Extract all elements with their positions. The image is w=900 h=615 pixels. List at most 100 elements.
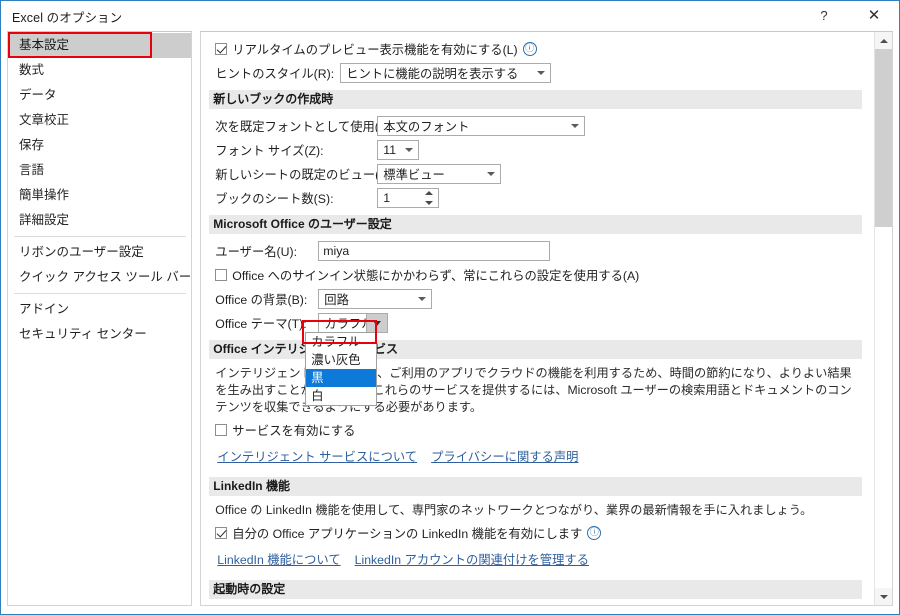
linkedin-links-row: LinkedIn 機能について LinkedIn アカウントの関連付けを管理する	[217, 548, 862, 570]
default-font-combo[interactable]: 本文のフォント	[377, 116, 586, 136]
sidebar-item-label: 文章校正	[19, 113, 70, 127]
chevron-down-icon	[571, 124, 580, 128]
vertical-scrollbar[interactable]	[874, 32, 892, 605]
sidebar-item-quick-access-toolbar[interactable]: クイック アクセス ツール バー	[8, 265, 191, 290]
sidebar-item-addins[interactable]: アドイン	[8, 297, 191, 322]
chevron-down-icon	[405, 148, 414, 152]
sidebar-item-trust-center[interactable]: セキュリティ センター	[8, 322, 191, 347]
sidebar-item-label: 詳細設定	[19, 213, 70, 227]
tooltip-style-label: ヒントのスタイル(R):	[215, 67, 335, 81]
sidebar-item-general[interactable]: 基本設定	[8, 33, 192, 58]
default-font-value: 本文のフォント	[383, 120, 470, 134]
link-about-intelligent-services[interactable]: インテリジェント サービスについて	[217, 447, 417, 465]
always-use-settings-row: Office へのサインイン状態にかかわらず、常にこれらの設定を使用する(A)	[215, 264, 862, 286]
sheet-count-row: ブックのシート数(S): 1	[215, 187, 862, 209]
always-use-settings-checkbox[interactable]	[215, 269, 228, 281]
options-content: リアルタイムのプレビュー表示機能を有効にする(L) ⓘ ヒントのスタイル(R):…	[201, 32, 874, 605]
theme-option-dark-gray[interactable]: 濃い灰色	[306, 351, 376, 369]
default-view-value: 標準ビュー	[383, 168, 445, 182]
sidebar-item-label: アドイン	[19, 302, 70, 316]
sidebar-item-label: クイック アクセス ツール バー	[19, 270, 192, 284]
sidebar-nav: 基本設定 数式 データ 文章校正 保存 言語 簡単操作 詳細設定 リボンのユーザ…	[7, 31, 193, 606]
theme-option-colorful[interactable]: カラフル	[306, 333, 376, 351]
scrollbar-thumb[interactable]	[875, 49, 892, 227]
sidebar-item-accessibility[interactable]: 簡単操作	[8, 183, 191, 208]
office-background-label: Office の背景(B):	[215, 293, 308, 307]
link-manage-linkedin-account[interactable]: LinkedIn アカウントの関連付けを管理する	[355, 550, 589, 568]
always-use-settings-label: Office へのサインイン状態にかかわらず、常にこれらの設定を使用する(A)	[232, 269, 640, 283]
theme-option-white[interactable]: 白	[306, 387, 376, 405]
link-about-linkedin[interactable]: LinkedIn 機能について	[217, 550, 340, 568]
sidebar-item-label: 数式	[19, 63, 45, 77]
office-theme-row: Office テーマ(T): カラフル	[215, 312, 862, 334]
tooltip-style-row: ヒントのスタイル(R): ヒントに機能の説明を表示する	[215, 62, 862, 84]
sidebar-item-advanced[interactable]: 詳細設定	[8, 208, 191, 233]
username-label: ユーザー名(U):	[215, 245, 298, 259]
chevron-down-icon	[537, 71, 546, 75]
office-theme-combo[interactable]: カラフル	[318, 313, 389, 333]
scrollbar-track[interactable]	[875, 49, 892, 588]
office-theme-label: Office テーマ(T):	[215, 317, 307, 331]
section-header-startup: 起動時の設定	[209, 580, 862, 599]
section-header-new-workbook: 新しいブックの作成時	[209, 90, 862, 109]
title-bar: Excel のオプション ? ✕	[1, 1, 899, 31]
help-button[interactable]: ?	[801, 1, 847, 30]
info-icon[interactable]: ⓘ	[522, 42, 537, 56]
sidebar-item-customize-ribbon[interactable]: リボンのユーザー設定	[8, 240, 191, 265]
default-font-label: 次を既定フォントとして使用(N):	[215, 120, 396, 134]
dialog-title: Excel のオプション	[12, 10, 123, 25]
stepper-buttons[interactable]	[424, 191, 434, 205]
enable-linkedin-label: 自分の Office アプリケーションの LinkedIn 機能を有効にします	[232, 527, 583, 541]
enable-services-checkbox[interactable]	[215, 424, 228, 436]
office-theme-dropdown-list[interactable]: カラフル 濃い灰色 黒 白	[305, 332, 378, 406]
chevron-down-icon	[487, 172, 496, 176]
office-background-value: 回路	[324, 293, 349, 307]
chevron-down-icon	[418, 297, 427, 301]
font-size-combo[interactable]: 11	[377, 140, 420, 160]
sidebar-item-data[interactable]: データ	[8, 83, 191, 108]
enable-linkedin-row: 自分の Office アプリケーションの LinkedIn 機能を有効にします …	[215, 522, 862, 544]
sidebar-item-proofing[interactable]: 文章校正	[8, 108, 191, 133]
enable-linkedin-checkbox[interactable]	[215, 527, 228, 539]
username-input[interactable]	[318, 241, 551, 261]
sheet-count-value: 1	[383, 191, 391, 205]
sidebar-item-label: データ	[19, 88, 57, 102]
default-view-row: 新しいシートの既定のビュー(V): 標準ビュー	[215, 163, 862, 185]
scroll-up-button[interactable]	[875, 32, 892, 49]
tooltip-style-combo[interactable]: ヒントに機能の説明を表示する	[340, 63, 552, 83]
section-header-linkedin: LinkedIn 機能	[209, 477, 862, 496]
office-background-combo[interactable]: 回路	[318, 289, 433, 309]
sidebar-item-label: リボンのユーザー設定	[19, 245, 144, 259]
sidebar-divider	[14, 236, 187, 237]
enable-services-row: サービスを有効にする	[215, 419, 862, 441]
options-pane: リアルタイムのプレビュー表示機能を有効にする(L) ⓘ ヒントのスタイル(R):…	[200, 31, 893, 606]
sidebar-item-save[interactable]: 保存	[8, 133, 191, 158]
default-font-row: 次を既定フォントとして使用(N): 本文のフォント	[215, 115, 862, 137]
chevron-down-icon[interactable]	[366, 314, 388, 332]
sheet-count-stepper[interactable]: 1	[377, 188, 440, 208]
sidebar-item-language[interactable]: 言語	[8, 158, 191, 183]
sheet-count-label: ブックのシート数(S):	[215, 192, 334, 206]
info-icon[interactable]: ⓘ	[587, 526, 602, 540]
excel-options-dialog: Excel のオプション ? ✕ 基本設定 数式 データ 文章校正 保存 言語	[0, 0, 900, 615]
sidebar-item-label: セキュリティ センター	[19, 327, 147, 341]
default-view-label: 新しいシートの既定のビュー(V):	[215, 168, 395, 182]
linkedin-paragraph: Office の LinkedIn 機能を使用して、専門家のネットワークとつなが…	[215, 503, 813, 517]
scroll-down-button[interactable]	[875, 588, 892, 605]
intelligent-links-row: インテリジェント サービスについて プライバシーに関する声明	[217, 445, 862, 467]
sidebar-item-label: 言語	[19, 163, 45, 177]
live-preview-label: リアルタイムのプレビュー表示機能を有効にする(L)	[232, 43, 518, 57]
close-button[interactable]: ✕	[851, 1, 897, 30]
live-preview-checkbox[interactable]	[215, 43, 228, 55]
sidebar-item-label: 簡単操作	[19, 188, 70, 202]
stepper-up-icon[interactable]	[425, 191, 434, 195]
section-header-user-settings: Microsoft Office のユーザー設定	[209, 215, 862, 234]
live-preview-row: リアルタイムのプレビュー表示機能を有効にする(L) ⓘ	[215, 38, 862, 60]
sidebar-item-formulas[interactable]: 数式	[8, 58, 191, 83]
theme-option-black[interactable]: 黒	[306, 369, 377, 387]
enable-services-label: サービスを有効にする	[232, 424, 356, 438]
default-view-combo[interactable]: 標準ビュー	[377, 164, 502, 184]
link-privacy-statement[interactable]: プライバシーに関する声明	[431, 447, 578, 465]
stepper-down-icon[interactable]	[425, 201, 434, 205]
sidebar-divider	[14, 293, 187, 294]
